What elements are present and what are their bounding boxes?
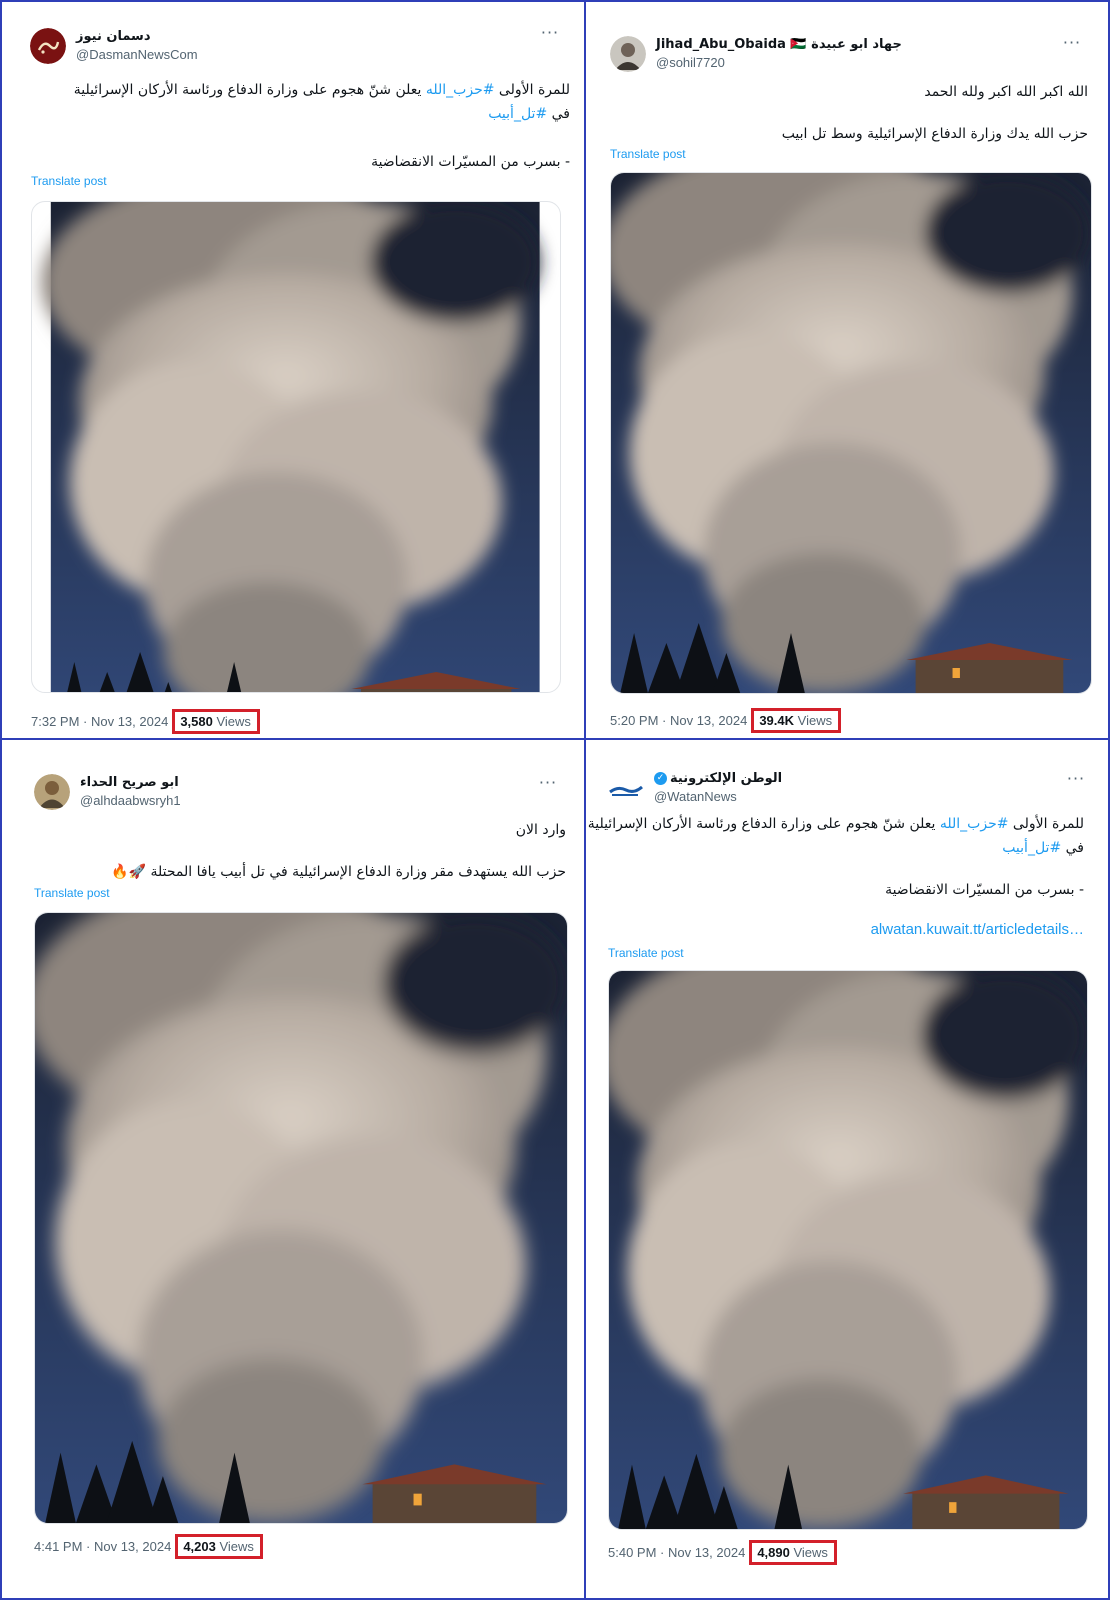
views-highlight: 39.4K Views [751, 708, 842, 733]
views-count: 4,203 [183, 1539, 216, 1554]
views-count: 4,890 [757, 1545, 790, 1560]
hashtag-link[interactable]: #تل_أبيب [488, 106, 547, 122]
tweet-card-dasman: دسمان نيوز @DasmanNewsCom ··· للمرة الأو… [2, 2, 584, 738]
tweet-line-3: - بسرب من المسيّرات الانقضاضية [885, 882, 1084, 898]
smoke-cloud-image[interactable] [31, 201, 561, 693]
hashtag-link[interactable]: #حزب_الله [940, 816, 1009, 832]
dasman-logo-icon[interactable] [30, 28, 66, 64]
more-options-icon[interactable]: ··· [538, 25, 562, 44]
post-timestamp[interactable]: 4:41 PM · Nov 13, 2024 [34, 1539, 171, 1554]
tweet-line-1: وارد الان [515, 822, 566, 838]
translate-post-link[interactable]: Translate post [608, 946, 684, 960]
views-count: 39.4K [759, 713, 795, 728]
more-options-icon[interactable]: ··· [1060, 35, 1084, 54]
smoke-cloud-image[interactable] [608, 970, 1088, 1530]
tweet-line-2: في #تل_أبيب [1002, 840, 1084, 856]
verified-badge-icon: ✓ [654, 772, 667, 785]
tweet-line-2: حزب الله يستهدف مقر وزارة الدفاع الإسرائ… [111, 864, 566, 880]
tweet-card-alhdaa: ابو صريح الحداء @alhdaabwsryh1 ··· وارد … [2, 740, 584, 1598]
tweet-comparison-grid: دسمان نيوز @DasmanNewsCom ··· للمرة الأو… [0, 0, 1110, 1600]
more-options-icon[interactable]: ··· [536, 775, 560, 794]
tweet-line-1: الله اكبر الله اكبر ولله الحمد [924, 84, 1088, 100]
alwatan-logo-icon[interactable] [608, 770, 644, 806]
tweet-line-3: - بسرب من المسيّرات الانقضاضية [371, 154, 570, 170]
post-timestamp[interactable]: 5:20 PM · Nov 13, 2024 [610, 713, 747, 728]
post-meta: 5:20 PM · Nov 13, 2024 39.4K Views [610, 708, 842, 733]
author-name[interactable]: دسمان نيوز [76, 28, 198, 46]
tweet-line-2: حزب الله يدك وزارة الدفاع الإسرائيلية وس… [781, 126, 1088, 142]
tweet-card-jihad: Jihad_Abu_Obaida 🇯🇴 جهاد ابو عبيدة @sohi… [586, 2, 1108, 738]
smoke-cloud-image[interactable] [34, 912, 568, 1524]
author-name[interactable]: ✓ الوطن الإلكترونية [654, 770, 782, 788]
portrait-avatar-icon[interactable] [610, 36, 646, 72]
author-handle[interactable]: @WatanNews [654, 788, 782, 806]
post-timestamp[interactable]: 7:32 PM · Nov 13, 2024 [31, 714, 168, 729]
smoke-cloud-image[interactable] [610, 172, 1092, 694]
translate-post-link[interactable]: Translate post [31, 174, 107, 188]
translate-post-link[interactable]: Translate post [34, 886, 110, 900]
article-link[interactable]: alwatan.kuwait.tt/articledetails… [871, 918, 1084, 942]
views-highlight: 3,580 Views [172, 709, 260, 734]
post-meta: 4:41 PM · Nov 13, 2024 4,203 Views [34, 1534, 263, 1559]
author-handle[interactable]: @alhdaabwsryh1 [80, 792, 181, 810]
post-meta: 7:32 PM · Nov 13, 2024 3,580 Views [31, 709, 260, 734]
tweet-card-watan: ✓ الوطن الإلكترونية @WatanNews ··· للمرة … [586, 740, 1108, 1598]
author-name[interactable]: Jihad_Abu_Obaida 🇯🇴 جهاد ابو عبيدة [656, 36, 902, 54]
more-options-icon[interactable]: ··· [1064, 771, 1088, 790]
post-timestamp[interactable]: 5:40 PM · Nov 13, 2024 [608, 1545, 745, 1560]
hashtag-link[interactable]: #تل_أبيب [1002, 840, 1061, 856]
author-handle[interactable]: @DasmanNewsCom [76, 46, 198, 64]
tweet-line-1: للمرة الأولى #حزب_الله يعلن شنّ هجوم على… [587, 816, 1084, 832]
views-highlight: 4,203 Views [175, 1534, 263, 1559]
author-handle[interactable]: @sohil7720 [656, 54, 902, 72]
author-name[interactable]: ابو صريح الحداء [80, 774, 181, 792]
views-count: 3,580 [180, 714, 213, 729]
hashtag-link[interactable]: #حزب_الله [426, 82, 495, 98]
views-highlight: 4,890 Views [749, 1540, 837, 1565]
portrait-avatar-icon[interactable] [34, 774, 70, 810]
tweet-line-1: للمرة الأولى #حزب_الله يعلن شنّ هجوم على… [73, 82, 570, 98]
translate-post-link[interactable]: Translate post [610, 147, 686, 161]
post-meta: 5:40 PM · Nov 13, 2024 4,890 Views [608, 1540, 837, 1565]
tweet-line-2: في #تل_أبيب [488, 106, 570, 122]
